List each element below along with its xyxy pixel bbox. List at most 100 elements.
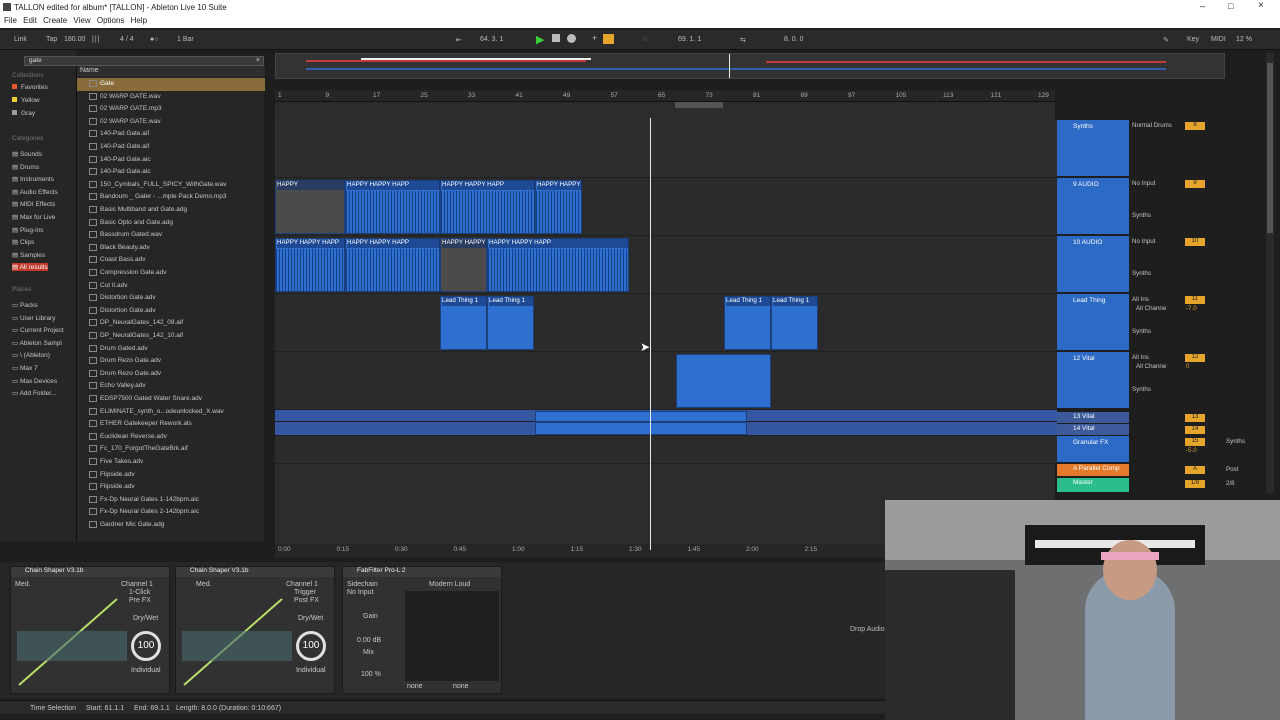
- audio-clip[interactable]: HAPPY HAPPY HAPP: [275, 238, 345, 292]
- draw-mode-icon[interactable]: ✎: [1163, 36, 1169, 44]
- menu-create[interactable]: Create: [43, 16, 67, 25]
- browser-item[interactable]: Drum Gated.adv: [77, 343, 265, 356]
- record-button[interactable]: [567, 34, 576, 43]
- track-activator[interactable]: 1/8: [1185, 480, 1205, 488]
- key-map-button[interactable]: Key: [1187, 36, 1199, 43]
- track-header[interactable]: A Parallel Comp: [1057, 464, 1129, 476]
- category-samples[interactable]: ▤ Samples: [12, 251, 45, 259]
- midi-clip[interactable]: Lead Thing 1: [487, 296, 534, 350]
- category-instruments[interactable]: ▤ Instruments: [12, 175, 54, 183]
- input-select[interactable]: All Ins: [1132, 354, 1149, 361]
- track-header[interactable]: 10 AUDIO: [1057, 236, 1129, 292]
- loop-toggle-icon[interactable]: ⇆: [740, 36, 746, 44]
- browser-item[interactable]: ELIMINATE_synth_o...odeunlocked_X.wav: [77, 406, 265, 419]
- output-select[interactable]: Synths: [1132, 328, 1151, 335]
- follow-icon[interactable]: ⇤: [456, 36, 462, 44]
- track-lane-granular[interactable]: [275, 436, 1057, 464]
- browser-item[interactable]: Gate: [77, 78, 265, 91]
- track-activator[interactable]: 9: [1185, 180, 1205, 188]
- shape-curve[interactable]: [182, 591, 292, 687]
- browser-item[interactable]: Flipside.adv: [77, 481, 265, 494]
- midi-clip[interactable]: [535, 411, 747, 422]
- track-lane-12[interactable]: [275, 352, 1057, 410]
- track-lane-14[interactable]: [275, 422, 1057, 436]
- channel-select[interactable]: All Channe: [1136, 305, 1166, 312]
- drywet-knob[interactable]: 100: [131, 631, 161, 661]
- fx-select[interactable]: Pre FX: [129, 597, 151, 604]
- drywet-knob[interactable]: 100: [296, 631, 326, 661]
- preset-select[interactable]: Modern Loud: [429, 581, 470, 588]
- browser-item[interactable]: Euclidean Reverse.adv: [77, 431, 265, 444]
- channel-select[interactable]: Channel 1: [121, 581, 153, 588]
- name-column-header[interactable]: Name: [80, 67, 99, 74]
- audio-clip[interactable]: HAPPY HAPPY HAPP: [535, 180, 582, 234]
- locator-lane[interactable]: [275, 102, 1055, 118]
- vertical-scrollbar[interactable]: [1266, 53, 1274, 493]
- place-item[interactable]: ▭ Packs: [12, 301, 38, 309]
- link-button[interactable]: Link: [14, 36, 27, 43]
- category-clips[interactable]: ▤ Clips: [12, 238, 34, 246]
- arrangement-overview[interactable]: [275, 53, 1225, 79]
- track-lane-9[interactable]: HAPPY HAPPY HAPPY HAPP HAPPY HAPPY HAPP …: [275, 178, 1057, 236]
- browser-item[interactable]: Bassdrum Gated.wav: [77, 229, 265, 242]
- tap-button[interactable]: Tap: [46, 36, 57, 43]
- overdub-icon[interactable]: +: [592, 33, 597, 43]
- track-activator[interactable]: 12: [1185, 354, 1205, 362]
- loop-record-icon[interactable]: ●○: [150, 36, 158, 43]
- browser-item[interactable]: 02 WARP GATE.wav: [77, 91, 265, 104]
- menu-view[interactable]: View: [73, 16, 90, 25]
- loop-start-field[interactable]: 69. 1. 1: [678, 36, 701, 43]
- track-header[interactable]: Master: [1057, 478, 1129, 492]
- category-midi-effects[interactable]: ▤ MIDI Effects: [12, 200, 55, 208]
- place-item[interactable]: ▭ Add Folder...: [12, 389, 56, 397]
- category-all-results[interactable]: ▤ All results: [12, 263, 48, 272]
- tempo-field[interactable]: 180.00: [64, 36, 85, 43]
- midi-clip[interactable]: Lead Thing 1: [440, 296, 487, 350]
- individual-select[interactable]: Individual: [131, 667, 161, 674]
- audio-clip[interactable]: HAPPY HAPPY HAPP: [345, 180, 440, 234]
- midi-map-button[interactable]: MIDI: [1211, 36, 1226, 43]
- song-position[interactable]: 64. 3. 1: [480, 36, 503, 43]
- automation-arm-button[interactable]: [603, 34, 614, 44]
- browser-item[interactable]: Drum Rezo Gate.adv: [77, 355, 265, 368]
- place-item[interactable]: ▭ User Library: [12, 314, 55, 322]
- trigger-select[interactable]: Trigger: [294, 589, 316, 596]
- track-activator[interactable]: 15: [1185, 438, 1205, 446]
- audio-clip[interactable]: HAPPY HAPPY HAPP: [440, 238, 487, 292]
- browser-item[interactable]: DP_NeuralGates_142_10.aif: [77, 330, 265, 343]
- output-select[interactable]: 2/8: [1226, 480, 1235, 487]
- track-lane-synths[interactable]: [275, 120, 1057, 178]
- track-activator[interactable]: 10: [1185, 238, 1205, 246]
- place-item[interactable]: ▭ Current Project: [12, 326, 64, 334]
- track-activator[interactable]: 13: [1185, 414, 1205, 422]
- chain-shaper-device-1[interactable]: Chain Shaper V3.1b Med. Channel 1 1-Clic…: [10, 566, 170, 694]
- track-activator[interactable]: A: [1185, 466, 1205, 474]
- audio-clip[interactable]: HAPPY HAPPY HAPP: [345, 238, 440, 292]
- browser-item[interactable]: Compression Gate.adv: [77, 267, 265, 280]
- beat-ruler[interactable]: 1 9 17 25 33 41 49 57 65 73 81 89 97 105 113 121 129: [275, 90, 1055, 102]
- track-header[interactable]: Synths: [1057, 120, 1129, 176]
- menu-options[interactable]: Options: [97, 16, 125, 25]
- none-select-2[interactable]: none: [453, 683, 469, 690]
- channel-select[interactable]: Channel 1: [286, 581, 318, 588]
- browser-item[interactable]: Fx-Dp Neural Gates 2-142bpm.aic: [77, 506, 265, 519]
- scroll-thumb[interactable]: [1267, 63, 1273, 233]
- category-max-for-live[interactable]: ▤ Max for Live: [12, 213, 55, 221]
- midi-clip[interactable]: Lead Thing 1: [771, 296, 818, 350]
- browser-item[interactable]: ETHER Gatekeeper Rework.als: [77, 418, 265, 431]
- place-item[interactable]: ▭ Ableton Sampl: [12, 339, 62, 347]
- collection-favorites[interactable]: Favorites: [12, 84, 48, 91]
- browser-item[interactable]: Gardner Mic Gate.adg: [77, 519, 265, 532]
- midi-clip[interactable]: [676, 354, 771, 408]
- quantize-select[interactable]: 1 Bar: [177, 36, 194, 43]
- time-ruler[interactable]: 0:00 0:15 0:30 0:45 1:00 1:15 1:30 1:45 2:00 2:15: [275, 544, 885, 558]
- sidechain-input-select[interactable]: No Input: [347, 589, 373, 596]
- loop-length-field[interactable]: 8. 0. 0: [784, 36, 803, 43]
- individual-select[interactable]: Individual: [296, 667, 326, 674]
- track-activator[interactable]: 8: [1185, 122, 1205, 130]
- audio-clip[interactable]: HAPPY HAPPY HAPP: [440, 180, 535, 234]
- track-lane-10[interactable]: HAPPY HAPPY HAPP HAPPY HAPPY HAPP HAPPY …: [275, 236, 1057, 294]
- collection-gray[interactable]: Gray: [12, 110, 35, 117]
- search-input[interactable]: gate ×: [24, 56, 264, 66]
- menu-help[interactable]: Help: [131, 16, 147, 25]
